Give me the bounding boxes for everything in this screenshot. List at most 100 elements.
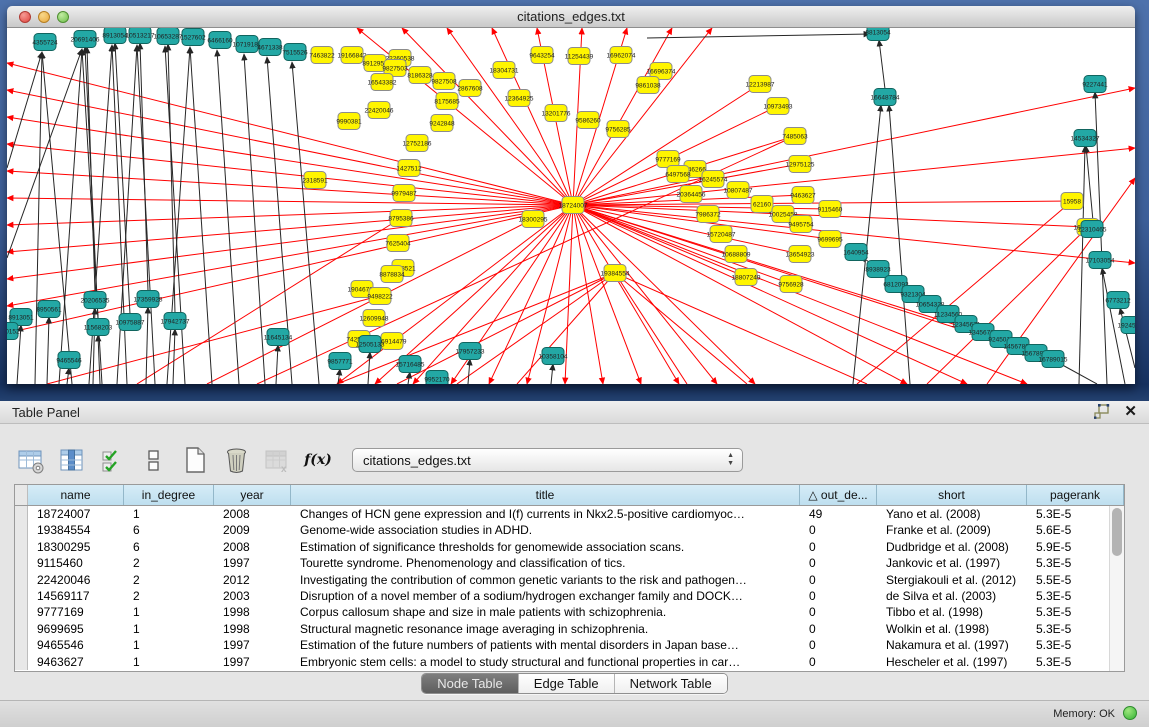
- graph-edge[interactable]: [1086, 146, 1093, 221]
- graph-edge[interactable]: [59, 49, 82, 384]
- graph-node[interactable]: 16789015: [1039, 351, 1068, 368]
- graph-node[interactable]: 9827508: [431, 73, 457, 90]
- graph-node[interactable]: 18304731: [490, 62, 519, 79]
- graph-edge[interactable]: [573, 205, 641, 384]
- table-cell[interactable]: Yano et al. (2008): [877, 506, 1027, 522]
- graph-edge[interactable]: [368, 352, 370, 384]
- graph-node[interactable]: 15720487: [707, 226, 736, 243]
- table-cell[interactable]: Corpus callosum shape and size in male p…: [291, 604, 800, 620]
- graph-node[interactable]: 19384554: [601, 265, 630, 282]
- graph-node[interactable]: 12505133: [356, 336, 385, 353]
- graph-node[interactable]: 9465546: [56, 352, 82, 369]
- table-cell[interactable]: 18300295: [28, 539, 124, 555]
- network-canvas[interactable]: 1872400719166842891295822260538982750381…: [7, 28, 1135, 384]
- column-header-title[interactable]: title: [291, 485, 800, 505]
- graph-edge[interactable]: [551, 364, 553, 384]
- column-header-year[interactable]: year: [214, 485, 291, 505]
- graph-node[interactable]: 8938923: [865, 261, 891, 278]
- graph-node[interactable]: 8795386: [388, 210, 414, 227]
- table-cell[interactable]: 6: [124, 539, 214, 555]
- graph-node[interactable]: 13654923: [786, 246, 815, 263]
- graph-node[interactable]: 10973493: [764, 98, 793, 115]
- graph-node[interactable]: 7463822: [309, 47, 335, 64]
- graph-node[interactable]: 9952170: [424, 371, 450, 385]
- table-cell[interactable]: Wolkin et al. (1998): [877, 621, 1027, 637]
- graph-node[interactable]: 12752186: [403, 135, 432, 152]
- table-cell[interactable]: 1997: [214, 654, 291, 670]
- graph-node[interactable]: 8175685: [434, 93, 460, 110]
- graph-node[interactable]: 12975125: [786, 156, 815, 173]
- tab-network-table[interactable]: Network Table: [615, 674, 727, 693]
- table-cell[interactable]: 2012: [214, 572, 291, 588]
- table-cell[interactable]: 18724007: [28, 506, 124, 522]
- graph-edge[interactable]: [85, 47, 98, 319]
- table-cell[interactable]: Changes of HCN gene expression and I(f) …: [291, 506, 800, 522]
- table-cell[interactable]: 2009: [214, 522, 291, 538]
- column-header-name[interactable]: name: [28, 485, 124, 505]
- graph-node[interactable]: 8950561: [36, 301, 62, 318]
- graph-edge[interactable]: [879, 40, 885, 89]
- table-cell[interactable]: 2: [124, 555, 214, 571]
- graph-node[interactable]: 16648784: [871, 89, 900, 106]
- table-cell[interactable]: Franke et al. (2009): [877, 522, 1027, 538]
- table-cell[interactable]: 0: [800, 654, 877, 670]
- float-window-icon[interactable]: [1094, 404, 1111, 420]
- table-row[interactable]: 2242004622012Investigating the contribut…: [15, 572, 1124, 588]
- table-vertical-scrollbar[interactable]: [1109, 506, 1124, 671]
- table-cell[interactable]: Estimation of significance thresholds fo…: [291, 539, 800, 555]
- tab-node-table[interactable]: Node Table: [422, 674, 519, 693]
- table-row[interactable]: 1872400712008Changes of HCN gene express…: [15, 506, 1124, 522]
- table-cell[interactable]: Nakamura et al. (1997): [877, 637, 1027, 653]
- table-cell[interactable]: 2003: [214, 588, 291, 604]
- graph-node[interactable]: 10688809: [722, 246, 751, 263]
- graph-node[interactable]: 7625404: [385, 235, 411, 252]
- table-row[interactable]: 1830029562008Estimation of significance …: [15, 539, 1124, 555]
- graph-node[interactable]: 16962074: [607, 47, 636, 64]
- graph-node[interactable]: 9463627: [790, 187, 816, 204]
- table-cell[interactable]: 2008: [214, 539, 291, 555]
- table-cell[interactable]: de Silva et al. (2003): [877, 588, 1027, 604]
- graph-node[interactable]: 15716485: [396, 356, 425, 373]
- table-cell[interactable]: 49: [800, 506, 877, 522]
- graph-node[interactable]: 17942737: [161, 313, 190, 330]
- select-columns-check-icon[interactable]: [98, 445, 128, 475]
- graph-edge[interactable]: [167, 47, 190, 384]
- graph-node[interactable]: 12609948: [360, 310, 389, 327]
- table-cell[interactable]: 1997: [214, 555, 291, 571]
- graph-edge[interactable]: [615, 273, 867, 384]
- table-row[interactable]: 977716911998Corpus callosum shape and si…: [15, 604, 1124, 620]
- graph-node[interactable]: 7986372: [695, 206, 721, 223]
- graph-node[interactable]: 15958: [1061, 193, 1083, 210]
- graph-node[interactable]: 1427512: [396, 160, 422, 177]
- graph-edge[interactable]: [67, 368, 69, 384]
- graph-node[interactable]: 16543382: [368, 74, 397, 91]
- table-cell[interactable]: 2: [124, 588, 214, 604]
- function-builder-icon[interactable]: f(x): [303, 445, 333, 475]
- graph-edge[interactable]: [276, 345, 278, 384]
- graph-node[interactable]: 11645134: [264, 329, 293, 346]
- table-row[interactable]: 1456911722003Disruption of a novel membe…: [15, 588, 1124, 604]
- graph-edge[interactable]: [47, 317, 49, 384]
- table-row[interactable]: 969969511998Structural magnetic resonanc…: [15, 621, 1124, 637]
- graph-node[interactable]: 6497568: [665, 166, 691, 183]
- table-cell[interactable]: 9699695: [28, 621, 124, 637]
- scrollbar-thumb[interactable]: [1112, 508, 1122, 556]
- table-cell[interactable]: 22420046: [28, 572, 124, 588]
- graph-node[interactable]: 18300295: [519, 211, 548, 228]
- graph-edge[interactable]: [292, 62, 319, 384]
- table-cell[interactable]: 0: [800, 539, 877, 555]
- graph-edge[interactable]: [7, 52, 42, 168]
- graph-node[interactable]: 2318591: [302, 172, 328, 189]
- table-cell[interactable]: 9465546: [28, 637, 124, 653]
- graph-node[interactable]: 17957233: [456, 343, 485, 360]
- table-cell[interactable]: 2008: [214, 506, 291, 522]
- table-cell[interactable]: Genome-wide association studies in ADHD.: [291, 522, 800, 538]
- graph-node[interactable]: 10807487: [724, 182, 753, 199]
- table-cell[interactable]: Embryonic stem cells: a model to study s…: [291, 654, 800, 670]
- table-cell[interactable]: 14569117: [28, 588, 124, 604]
- table-row[interactable]: 946362711997Embryonic stem cells: a mode…: [15, 654, 1124, 670]
- table-cell[interactable]: Tibbo et al. (1998): [877, 604, 1027, 620]
- table-cell[interactable]: 0: [800, 637, 877, 653]
- graph-node[interactable]: 20364456: [677, 186, 706, 203]
- table-cell[interactable]: 6: [124, 522, 214, 538]
